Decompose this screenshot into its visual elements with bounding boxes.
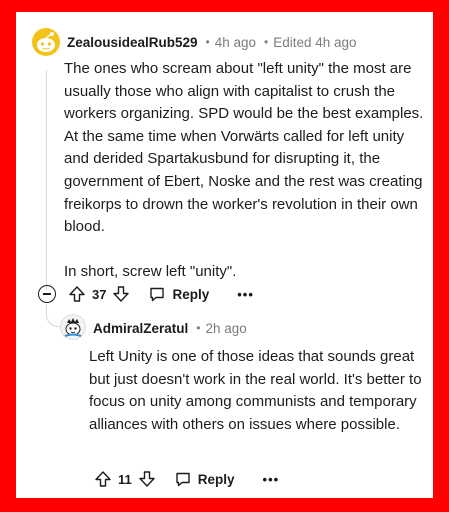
comment-paragraph: In short, screw left "unity". — [64, 263, 237, 281]
reply-timestamp[interactable]: 2h ago — [205, 321, 246, 336]
vote-score: 37 — [92, 286, 107, 302]
reply-author[interactable]: AdmiralZeratul — [93, 321, 188, 336]
user-avatar[interactable] — [32, 28, 60, 56]
reply-body: Left Unity is one of those ideas that so… — [89, 346, 429, 436]
downvote-icon[interactable] — [112, 285, 130, 303]
reply-bubble-icon — [174, 470, 192, 488]
upvote-icon[interactable] — [68, 285, 86, 303]
reply-meta: AdmiralZeratul • 2h ago — [93, 318, 247, 338]
collapse-icon[interactable] — [38, 285, 56, 303]
user-avatar[interactable] — [60, 314, 86, 340]
comment-timestamp[interactable]: 4h ago — [215, 35, 256, 50]
reply-button[interactable]: Reply — [148, 285, 209, 303]
reply-label: Reply — [172, 286, 210, 302]
downvote-icon[interactable] — [138, 470, 156, 488]
comment-actions: 37 Reply ••• — [38, 282, 254, 306]
snoo-avatar-icon — [60, 314, 86, 340]
comment-edited-label: Edited 4h ago — [273, 34, 357, 50]
reply-label: Reply — [197, 471, 235, 487]
more-options-button[interactable]: ••• — [263, 472, 280, 487]
reply-actions: 11 Reply ••• — [94, 467, 279, 491]
more-options-button[interactable]: ••• — [237, 287, 254, 302]
reply-bubble-icon — [148, 285, 166, 303]
meta-separator: • — [264, 35, 269, 49]
comment-thread-card: ZealousidealRub529 • 4h ago • Edited 4h … — [16, 12, 433, 498]
meta-separator: • — [205, 35, 210, 49]
upvote-icon[interactable] — [94, 470, 112, 488]
comment-meta: ZealousidealRub529 • 4h ago • Edited 4h … — [67, 32, 357, 52]
thread-line[interactable] — [46, 70, 47, 290]
reply-paragraph: Left Unity is one of those ideas that so… — [89, 348, 422, 433]
snoo-avatar-icon — [37, 32, 55, 52]
comment-paragraph: The ones who scream about "left unity" t… — [64, 60, 424, 236]
comment-author[interactable]: ZealousidealRub529 — [67, 35, 198, 50]
reply-button[interactable]: Reply — [174, 470, 235, 488]
vote-score: 11 — [118, 471, 132, 487]
comment-body: The ones who scream about "left unity" t… — [64, 58, 424, 284]
meta-separator: • — [196, 321, 201, 335]
